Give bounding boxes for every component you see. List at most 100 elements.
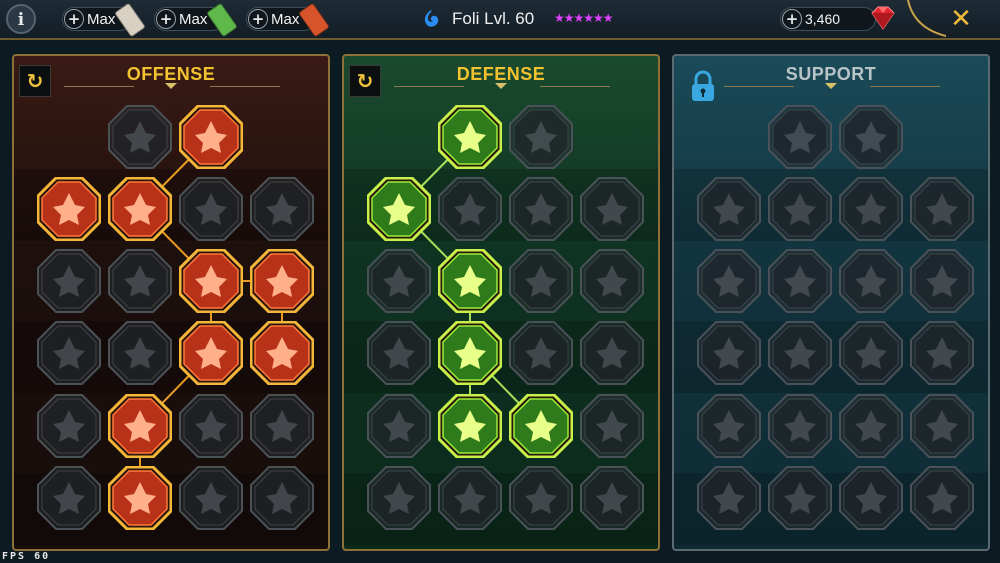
speed-arrows-icon: [910, 177, 974, 241]
dancer-icon: [910, 394, 974, 458]
raised-fist-icon: [509, 105, 573, 169]
skill-node-hooded-skull[interactable]: [580, 249, 644, 313]
skill-node-armored-knight[interactable]: [509, 177, 573, 241]
skill-node-armor-plates[interactable]: [438, 105, 502, 169]
skill-node-blade-strike[interactable]: [179, 105, 243, 169]
fps-counter: FPS 60: [2, 551, 51, 562]
resource-max-3[interactable]: + Max: [246, 2, 330, 38]
skill-node-comet[interactable]: [768, 321, 832, 385]
plus-icon[interactable]: +: [156, 9, 176, 29]
skill-node-compass-star[interactable]: [697, 394, 761, 458]
skill-node-crossed-swords[interactable]: [108, 105, 172, 169]
skill-node-potion[interactable]: [697, 466, 761, 530]
skill-node-flaming-helm[interactable]: [108, 466, 172, 530]
skill-node-sword-flurry[interactable]: [108, 177, 172, 241]
skill-node-horned-demon[interactable]: [37, 177, 101, 241]
skill-node-chained-heart[interactable]: [697, 321, 761, 385]
skill-node-fangs[interactable]: [108, 249, 172, 313]
skill-node-angry-eyes[interactable]: [910, 321, 974, 385]
warrior-icon: [37, 249, 101, 313]
skill-node-blade-ring[interactable]: [179, 394, 243, 458]
skill-node-crowd[interactable]: [367, 321, 431, 385]
top-bar: i + Max + Max + Max Foli Lvl. 60 ★★★★★★ …: [0, 0, 1000, 40]
chain-lightning-icon: [250, 321, 314, 385]
skill-node-skull[interactable]: [768, 466, 832, 530]
phoenix-icon: [367, 466, 431, 530]
info-button[interactable]: i: [6, 4, 36, 34]
skill-node-hourglass[interactable]: [438, 321, 502, 385]
skill-node-open-palm[interactable]: [509, 321, 573, 385]
skill-node-knight-shield[interactable]: [438, 249, 502, 313]
lightning-icon: [768, 249, 832, 313]
skill-node-sword-heart[interactable]: [37, 321, 101, 385]
heart-shield-icon: [250, 177, 314, 241]
skill-node-sun-skull[interactable]: [509, 394, 573, 458]
crowd-icon: [367, 321, 431, 385]
skill-node-spiked-drops[interactable]: [438, 394, 502, 458]
skill-node-sword-parry[interactable]: [580, 177, 644, 241]
skill-node-skull-slash[interactable]: [179, 249, 243, 313]
fist-strike-icon: [839, 466, 903, 530]
skill-node-axe[interactable]: [179, 321, 243, 385]
compass-star-icon: [697, 394, 761, 458]
skill-node-dancer[interactable]: [910, 394, 974, 458]
skill-node-swirl-eye[interactable]: [839, 105, 903, 169]
angry-eyes-icon: [910, 321, 974, 385]
skill-node-praying-hands[interactable]: [697, 177, 761, 241]
support-panel: SUPPORT: [672, 54, 990, 551]
claw-icon: [37, 394, 101, 458]
skill-node-bearded-face[interactable]: [509, 466, 573, 530]
skill-node-strongman[interactable]: [580, 466, 644, 530]
skill-node-shield-arrow[interactable]: [179, 177, 243, 241]
skill-node-eagle[interactable]: [910, 466, 974, 530]
skill-node-skull-burst[interactable]: [839, 177, 903, 241]
skill-node-heart[interactable]: [509, 249, 573, 313]
skill-node-fist-strike[interactable]: [839, 466, 903, 530]
skill-node-skull-crown[interactable]: [250, 466, 314, 530]
hero-name-level: Foli Lvl. 60: [452, 9, 535, 28]
skill-node-bull[interactable]: [580, 321, 644, 385]
skill-node-dash-runner[interactable]: [367, 394, 431, 458]
plus-icon[interactable]: +: [248, 9, 268, 29]
skill-node-raised-fist[interactable]: [509, 105, 573, 169]
skill-node-demon-wings[interactable]: [179, 466, 243, 530]
gems-counter[interactable]: + 3,460: [780, 7, 876, 31]
plus-icon[interactable]: +: [64, 9, 84, 29]
skill-node-chain-lightning[interactable]: [250, 321, 314, 385]
skill-node-healer[interactable]: [697, 249, 761, 313]
chained-heart-icon: [697, 321, 761, 385]
skill-node-river[interactable]: [839, 249, 903, 313]
resource-max-1[interactable]: + Max: [62, 2, 146, 38]
skill-node-spellbook[interactable]: [839, 321, 903, 385]
skill-node-guardian[interactable]: [367, 249, 431, 313]
skull-burst-icon: [839, 177, 903, 241]
skill-node-claw[interactable]: [37, 394, 101, 458]
skill-node-fist[interactable]: [108, 321, 172, 385]
skill-node-chevron-shield[interactable]: [367, 177, 431, 241]
resource-max-2[interactable]: + Max: [154, 2, 238, 38]
plus-icon[interactable]: +: [782, 9, 802, 29]
skill-node-shield-wave[interactable]: [768, 177, 832, 241]
open-palm-icon: [509, 321, 573, 385]
offense-panel: ↻ OFFENSE: [12, 54, 330, 551]
skill-node-spear[interactable]: [580, 394, 644, 458]
skill-node-person[interactable]: [910, 249, 974, 313]
praying-hands-icon: [697, 177, 761, 241]
skill-node-lightning[interactable]: [768, 249, 832, 313]
skill-node-eye[interactable]: [839, 394, 903, 458]
skill-node-fist-sickle[interactable]: [250, 249, 314, 313]
skill-node-berserker[interactable]: [250, 394, 314, 458]
hero-element-icon: [420, 8, 442, 30]
skill-node-heart-shield[interactable]: [250, 177, 314, 241]
close-button[interactable]: ✕: [946, 4, 976, 34]
skill-node-boot[interactable]: [768, 394, 832, 458]
skill-node-heart-plus[interactable]: [768, 105, 832, 169]
skill-node-phoenix[interactable]: [367, 466, 431, 530]
skill-node-warrior[interactable]: [37, 249, 101, 313]
skill-node-triple-skull[interactable]: [108, 394, 172, 458]
skill-node-speed-arrows[interactable]: [910, 177, 974, 241]
skill-node-heart-hand[interactable]: [438, 177, 502, 241]
skill-node-sword-sparkle[interactable]: [37, 466, 101, 530]
skill-node-tower-shield[interactable]: [438, 466, 502, 530]
knight-shield-icon: [438, 249, 502, 313]
